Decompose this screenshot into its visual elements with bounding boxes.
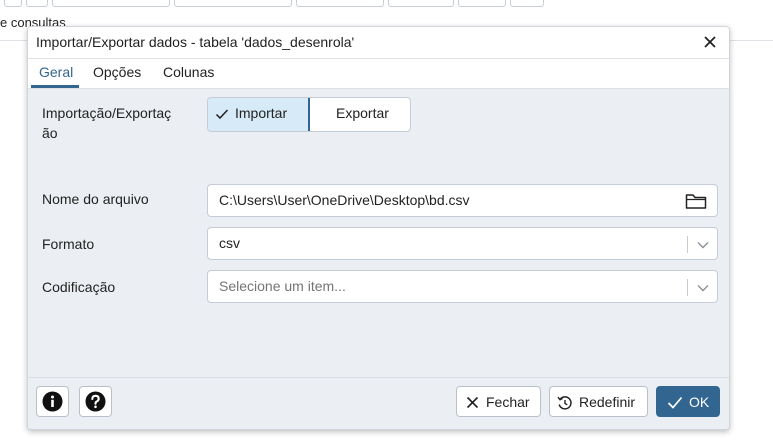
encoding-select[interactable]: Selecione um item... — [207, 270, 718, 303]
background-toolbar-button[interactable] — [52, 0, 170, 7]
background-toolbar — [0, 0, 773, 8]
format-select[interactable]: csv — [207, 227, 718, 260]
background-toolbar-button[interactable] — [174, 0, 292, 7]
reset-button[interactable]: Redefinir — [549, 386, 648, 417]
import-export-label-line2: ão — [42, 125, 58, 141]
export-option-label: Exportar — [336, 105, 389, 121]
filename-label: Nome do arquivo — [42, 191, 149, 207]
close-icon[interactable] — [701, 33, 719, 51]
import-export-toggle: Importar Exportar — [207, 97, 411, 132]
ok-button-label: OK — [689, 394, 710, 410]
dialog-body: Importação/Exportaç ão Importar Exportar… — [28, 89, 729, 377]
tab-colunas[interactable]: Colunas — [163, 64, 214, 80]
background-toolbar-button[interactable] — [458, 0, 506, 7]
close-icon — [466, 396, 479, 409]
dialog-header: Importar/Exportar dados - tabela 'dados_… — [28, 27, 729, 59]
encoding-label: Codificação — [42, 279, 116, 295]
close-button-label: Fechar — [486, 394, 530, 410]
import-export-dialog: Importar/Exportar dados - tabela 'dados_… — [27, 26, 730, 430]
info-icon — [42, 391, 63, 412]
help-icon — [85, 391, 106, 412]
active-tab-indicator — [31, 85, 79, 88]
close-button[interactable]: Fechar — [456, 386, 541, 417]
import-option-button[interactable]: Importar — [208, 98, 310, 131]
filename-value: C:\Users\User\OneDrive\Desktop\bd.csv — [219, 192, 470, 208]
help-button[interactable] — [79, 386, 112, 417]
folder-icon[interactable] — [685, 192, 707, 210]
select-separator — [687, 279, 688, 296]
background-toolbar-button[interactable] — [26, 0, 48, 7]
background-toolbar-button[interactable] — [4, 0, 22, 7]
import-export-label: Importação/Exportaç ão — [42, 103, 171, 143]
import-export-label-line1: Importação/Exportaç — [42, 105, 172, 121]
check-icon — [667, 396, 683, 409]
tab-geral[interactable]: Geral — [39, 64, 73, 80]
encoding-placeholder: Selecione um item... — [219, 278, 346, 294]
dialog-footer: Fechar Redefinir OK — [28, 377, 729, 429]
select-separator — [687, 236, 688, 253]
import-option-label: Importar — [235, 105, 288, 121]
chevron-down-icon[interactable] — [696, 282, 710, 294]
format-label: Formato — [42, 236, 95, 252]
tab-opcoes[interactable]: Opções — [93, 64, 141, 80]
background-toolbar-button[interactable] — [296, 0, 384, 7]
filename-input[interactable]: C:\Users\User\OneDrive\Desktop\bd.csv — [207, 184, 718, 217]
background-toolbar-button[interactable] — [388, 0, 454, 7]
format-value: csv — [219, 235, 240, 251]
export-option-button[interactable]: Exportar — [310, 98, 410, 131]
reset-button-label: Redefinir — [579, 394, 636, 410]
info-button[interactable] — [36, 386, 69, 417]
check-icon — [215, 109, 229, 120]
dialog-title: Importar/Exportar dados - tabela 'dados_… — [36, 34, 355, 50]
background-toolbar-button[interactable] — [510, 0, 544, 7]
ok-button[interactable]: OK — [656, 386, 720, 417]
reset-icon — [557, 396, 572, 410]
tab-bar: Geral Opções Colunas — [28, 59, 729, 89]
chevron-down-icon[interactable] — [696, 239, 710, 251]
